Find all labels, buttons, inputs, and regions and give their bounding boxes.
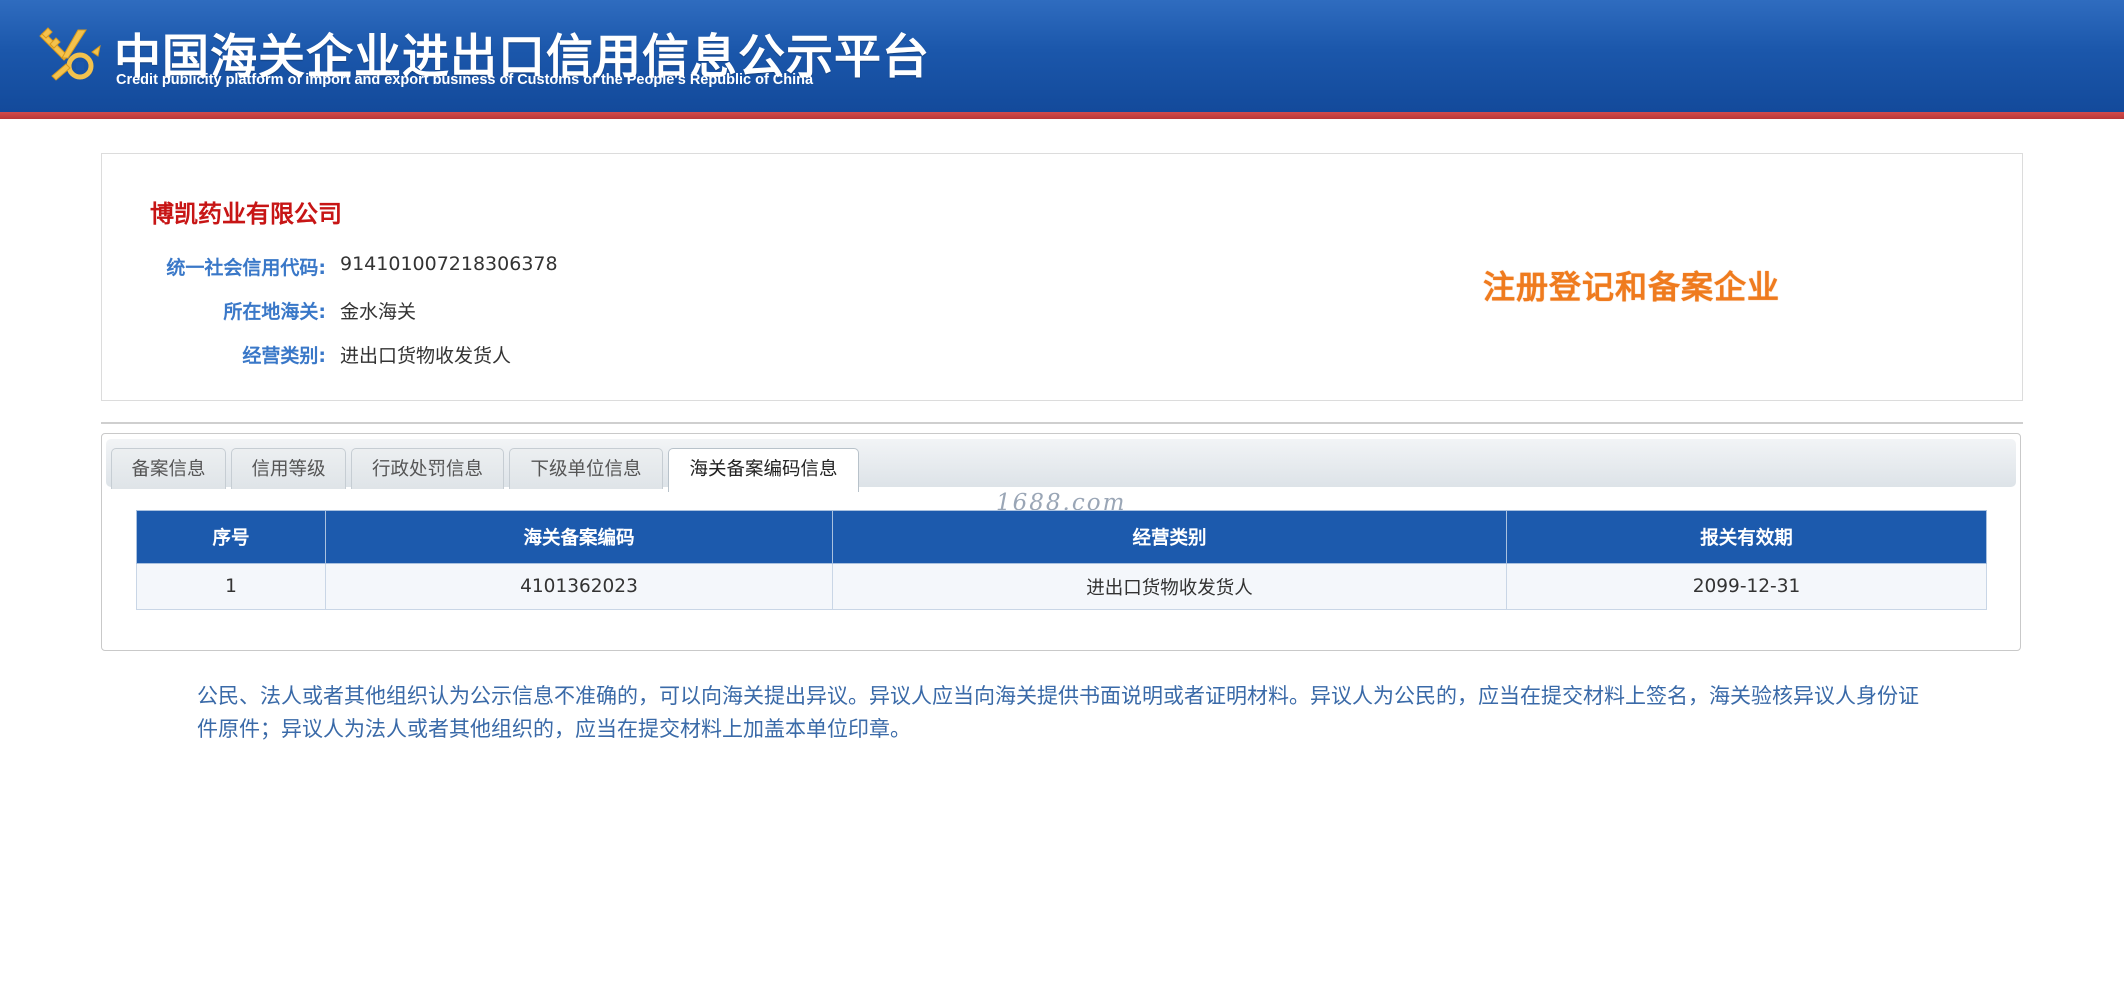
objection-notice: 公民、法人或者其他组织认为公示信息不准确的，可以向海关提出异议。异议人应当向海关… xyxy=(197,684,1919,741)
info-row-credit-code: 统一社会信用代码: 914101007218306378 xyxy=(102,249,802,281)
site-header: 中国海关企业进出口信用信息公示平台 Credit publicity platf… xyxy=(0,0,2124,112)
customs-label: 所在地海关: xyxy=(223,301,326,323)
info-row-business-type: 经营类别: 进出口货物收发货人 xyxy=(102,337,802,369)
table-cell: 1 xyxy=(136,563,326,610)
customs-code-table: 序号 海关备案编码 经营类别 报关有效期 1 4101362023 进出口货物收… xyxy=(136,510,1987,610)
tab-customs-code-info[interactable]: 海关备案编码信息 xyxy=(668,448,859,492)
registration-status-stamp: 注册登记和备案企业 xyxy=(1483,268,1781,306)
column-header: 序号 xyxy=(136,510,326,564)
customs-value: 金水海关 xyxy=(340,301,417,323)
business-type-value: 进出口货物收发货人 xyxy=(340,345,512,367)
column-header: 海关备案编码 xyxy=(325,510,833,564)
table-cell: 4101362023 xyxy=(325,563,833,610)
credit-code-value: 914101007218306378 xyxy=(340,253,558,275)
column-header: 经营类别 xyxy=(832,510,1507,564)
table-row: 1 4101362023 进出口货物收发货人 2099-12-31 xyxy=(136,563,1987,610)
tab-filing-info[interactable]: 备案信息 xyxy=(111,448,226,489)
tab-bar: 备案信息 信用等级 行政处罚信息 下级单位信息 海关备案编码信息 xyxy=(106,439,2016,492)
header-accent-line xyxy=(0,112,2124,119)
info-row-customs: 所在地海关: 金水海关 xyxy=(102,293,802,325)
tab-penalty-info[interactable]: 行政处罚信息 xyxy=(351,448,504,489)
company-info-card: 博凯药业有限公司 统一社会信用代码: 914101007218306378 所在… xyxy=(101,153,2023,401)
business-type-label: 经营类别: xyxy=(242,345,326,367)
table-header-row: 序号 海关备案编码 经营类别 报关有效期 xyxy=(136,510,1987,564)
credit-code-label: 统一社会信用代码: xyxy=(166,257,326,279)
column-header: 报关有效期 xyxy=(1506,510,1987,564)
customs-emblem-icon xyxy=(39,27,101,81)
table-cell: 2099-12-31 xyxy=(1506,563,1987,610)
tab-subordinate-units[interactable]: 下级单位信息 xyxy=(509,448,663,489)
tab-credit-rating[interactable]: 信用等级 xyxy=(231,448,346,489)
table-cell: 进出口货物收发货人 xyxy=(832,563,1507,610)
section-divider xyxy=(101,422,2023,424)
company-name: 博凯药业有限公司 xyxy=(150,200,342,228)
site-subtitle: Credit publicity platform of import and … xyxy=(116,72,814,88)
